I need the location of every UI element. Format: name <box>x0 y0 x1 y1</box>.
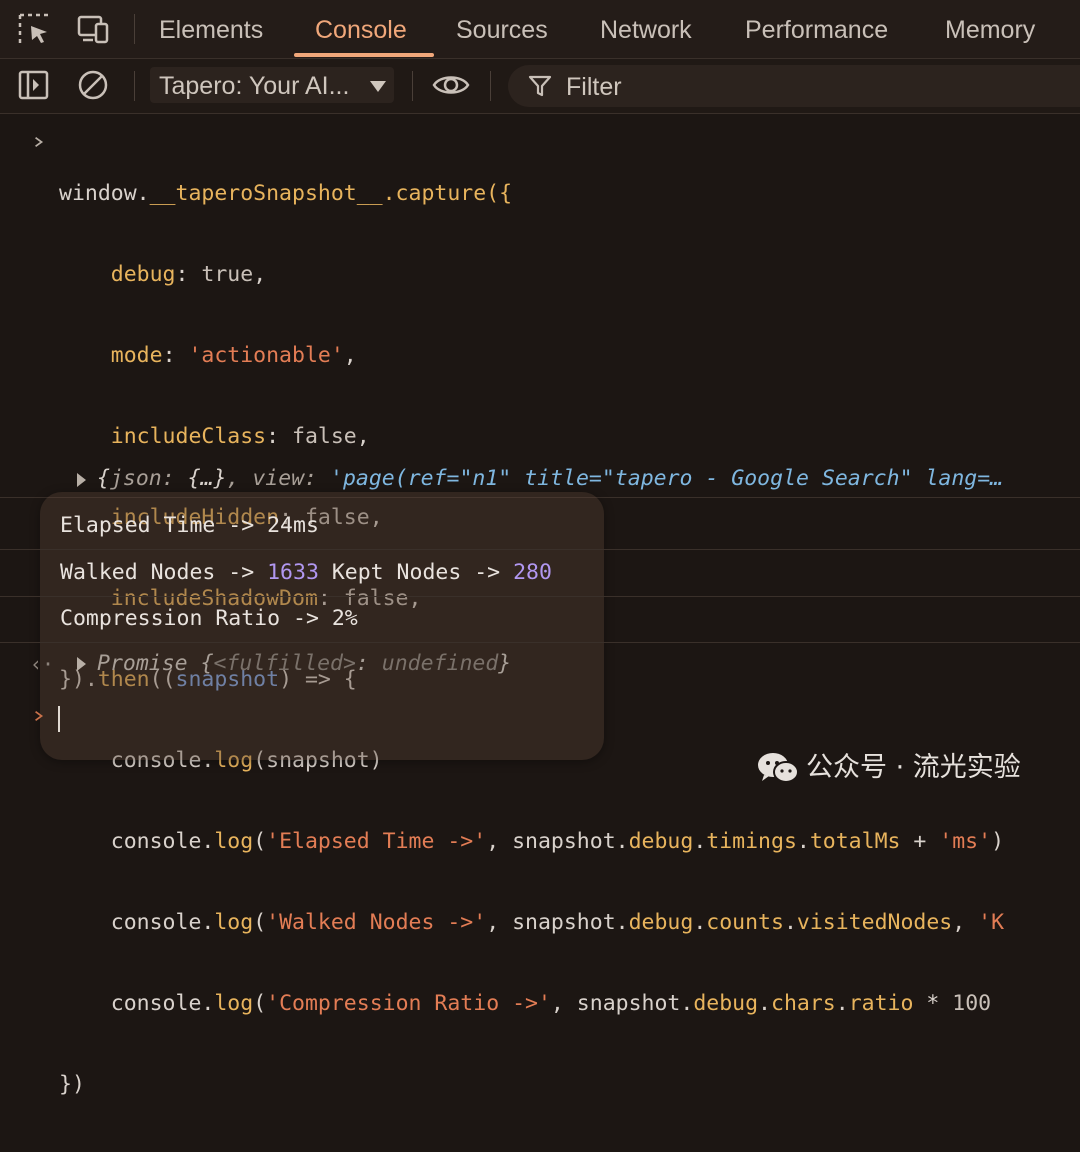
chevron-down-icon <box>370 81 386 92</box>
toolbar-divider <box>134 71 135 101</box>
tab-sources[interactable]: Sources <box>456 0 548 58</box>
console-toolbar: Tapero: Your AI... <box>0 59 1080 114</box>
tab-console[interactable]: Console <box>315 0 407 58</box>
device-toolbar-icon[interactable] <box>76 12 110 46</box>
expand-triangle-icon[interactable] <box>77 473 86 487</box>
log-elapsed-time: Elapsed Time -> 24ms <box>0 503 1080 550</box>
input-prompt-chevron-icon <box>35 711 44 721</box>
context-select-value: Tapero: Your AI... <box>159 72 350 100</box>
filter-funnel-icon <box>528 75 552 97</box>
code-line: window.__taperoSnapshot__.capture({ <box>59 181 513 206</box>
console-filter[interactable] <box>508 65 1080 107</box>
console-input[interactable] <box>0 702 1080 742</box>
console-return-value[interactable]: ‹· Promise {<fulfilled>: undefined} <box>0 644 1080 684</box>
wechat-logo-icon <box>758 753 799 783</box>
code-line: console.log('Compression Ratio ->', snap… <box>110 991 992 1016</box>
result-preview: {json: {…}, view: 'page(ref="n1" title="… <box>97 466 1004 491</box>
code-line: console.log('Walked Nodes ->', snapshot.… <box>110 910 1005 935</box>
watermark-text: 公众号 · 流光实验 <box>806 752 1021 783</box>
code-line: includeClass: false, <box>110 424 370 449</box>
return-arrow-icon: ‹· <box>30 652 55 676</box>
clear-console-icon[interactable] <box>76 68 110 102</box>
toolbar-divider <box>412 71 413 101</box>
toolbar-divider <box>490 71 491 101</box>
toolbar-divider <box>134 14 135 44</box>
devtools-tab-bar: Elements Console Sources Network Perform… <box>0 0 1080 59</box>
code-line: debug: true, <box>110 262 267 287</box>
javascript-context-select[interactable]: Tapero: Your AI... <box>150 67 394 103</box>
tab-network[interactable]: Network <box>600 0 692 58</box>
log-compression-ratio: Compression Ratio -> 2% <box>0 596 1080 643</box>
log-text: Compression Ratio -> 2% <box>60 606 358 631</box>
code-line: console.log('Elapsed Time ->', snapshot.… <box>110 829 1005 854</box>
code-line: mode: 'actionable', <box>110 343 357 368</box>
filter-input[interactable] <box>564 69 1068 105</box>
active-tab-indicator <box>294 53 434 57</box>
log-text: Walked Nodes -> 1633 Kept Nodes -> 280 <box>60 560 552 585</box>
tab-elements[interactable]: Elements <box>159 0 263 58</box>
inspect-element-icon[interactable] <box>17 12 51 46</box>
sidebar-toggle-icon[interactable] <box>17 68 51 102</box>
console-output: window.__taperoSnapshot__.capture({ debu… <box>0 114 1080 1097</box>
live-expression-eye-icon[interactable] <box>432 68 470 102</box>
log-text: Elapsed Time -> 24ms <box>60 513 319 538</box>
input-prompt-chevron-icon <box>35 137 44 147</box>
code-line: }) <box>59 1072 85 1097</box>
tab-performance[interactable]: Performance <box>745 0 888 58</box>
log-walked-nodes: Walked Nodes -> 1633 Kept Nodes -> 280 <box>0 550 1080 597</box>
text-caret <box>58 706 60 732</box>
promise-preview: Promise {<fulfilled>: undefined} <box>97 651 512 676</box>
tab-memory[interactable]: Memory <box>945 0 1035 58</box>
expand-triangle-icon[interactable] <box>77 657 86 671</box>
